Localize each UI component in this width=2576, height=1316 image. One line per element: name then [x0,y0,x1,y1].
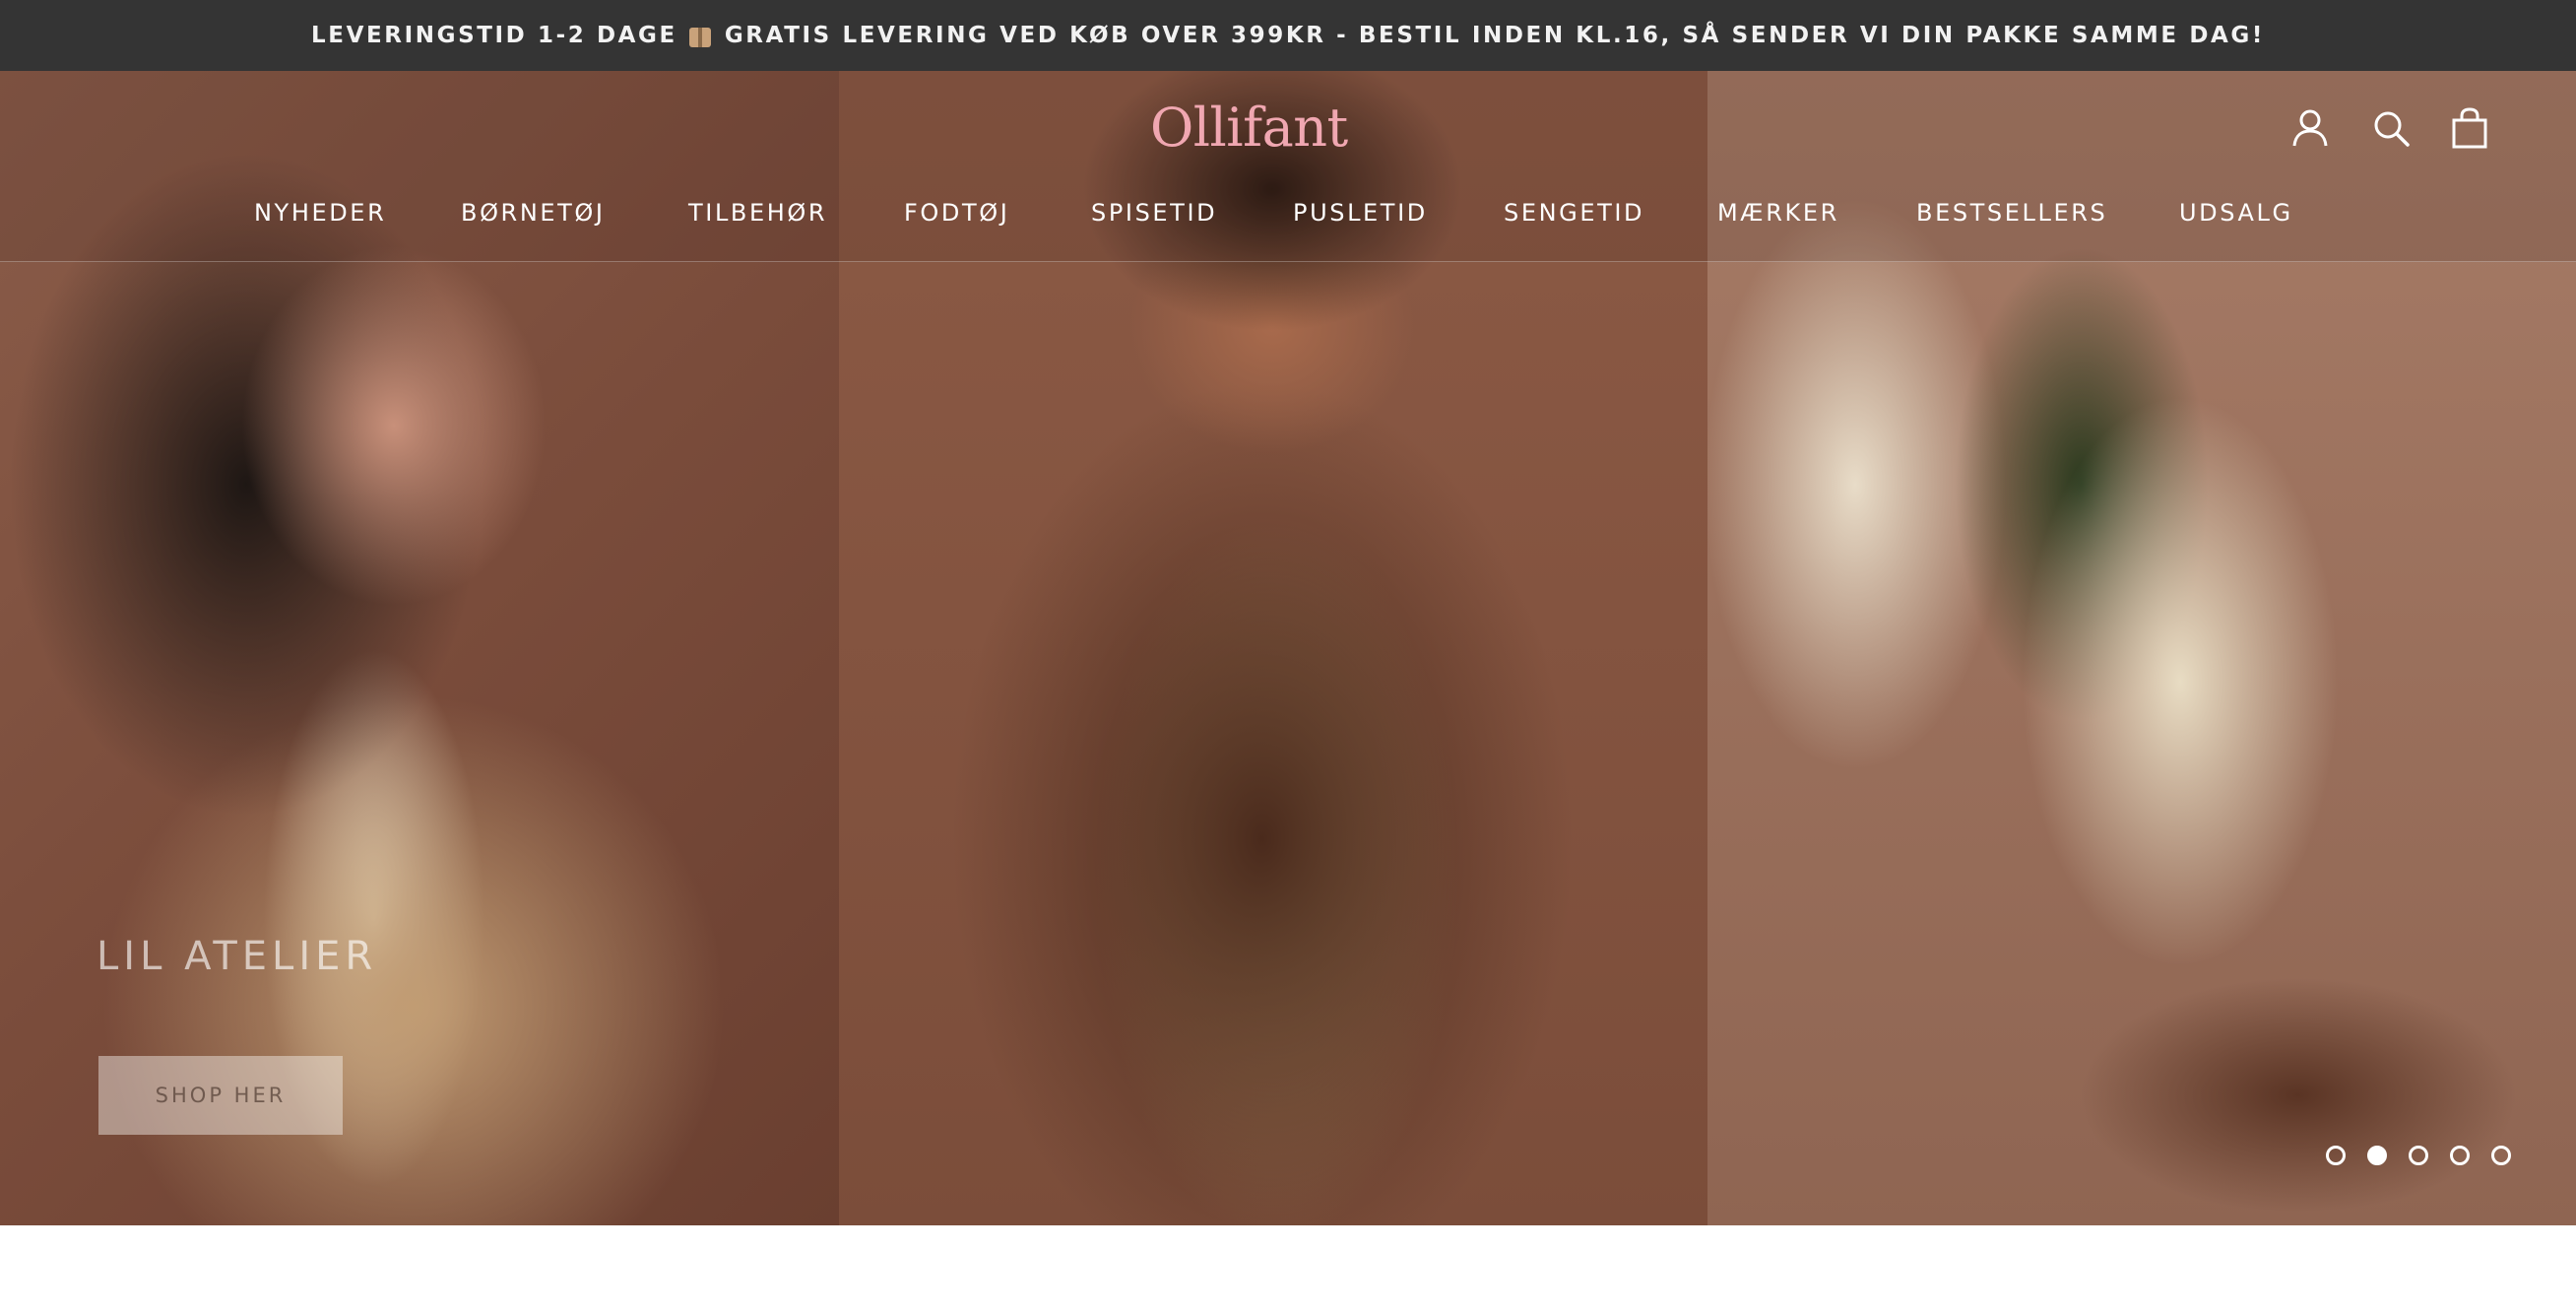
nav-item-maerker[interactable]: MÆRKER [1717,193,1839,232]
site-logo[interactable]: Ollifant [1150,94,1348,163]
shop-now-button[interactable]: SHOP HER [98,1056,343,1135]
search-icon[interactable] [2365,102,2416,154]
nav-item-udsalg[interactable]: UDSALG [2179,193,2293,232]
page-content-below-hero [0,1225,2576,1316]
nav-item-bornetoj[interactable]: BØRNETØJ [461,193,606,232]
announcement-text-delivery: LEVERINGSTID 1-2 DAGE [311,23,677,48]
slide-dot-3[interactable] [2409,1146,2428,1165]
nav-item-pusletid[interactable]: PUSLETID [1293,193,1428,232]
slide-dot-2[interactable] [2367,1146,2387,1165]
nav-item-spisetid[interactable]: SPISETID [1091,193,1217,232]
nav-item-bestsellers[interactable]: BESTSELLERS [1916,193,2107,232]
slide-dot-1[interactable] [2326,1146,2346,1165]
nav-item-tilbehor[interactable]: TILBEHØR [688,193,827,232]
nav-item-nyheder[interactable]: NYHEDER [254,193,386,232]
announcement-text-free-shipping: GRATIS LEVERING VED KØB OVER 399KR - BES… [724,23,2265,48]
cart-icon[interactable] [2444,102,2495,154]
main-navigation: NYHEDER BØRNETØJ TILBEHØR FODTØJ SPISETI… [0,193,2576,232]
hero-title: LIL ATELIER [97,934,378,979]
account-icon[interactable] [2285,102,2336,154]
package-icon [688,28,711,47]
announcement-bar: LEVERINGSTID 1-2 DAGE GRATIS LEVERING VE… [0,0,2576,71]
slide-dot-5[interactable] [2491,1146,2511,1165]
nav-item-fodtoj[interactable]: FODTØJ [904,193,1009,232]
slide-dot-4[interactable] [2450,1146,2470,1165]
nav-item-sengetid[interactable]: SENGETID [1504,193,1644,232]
